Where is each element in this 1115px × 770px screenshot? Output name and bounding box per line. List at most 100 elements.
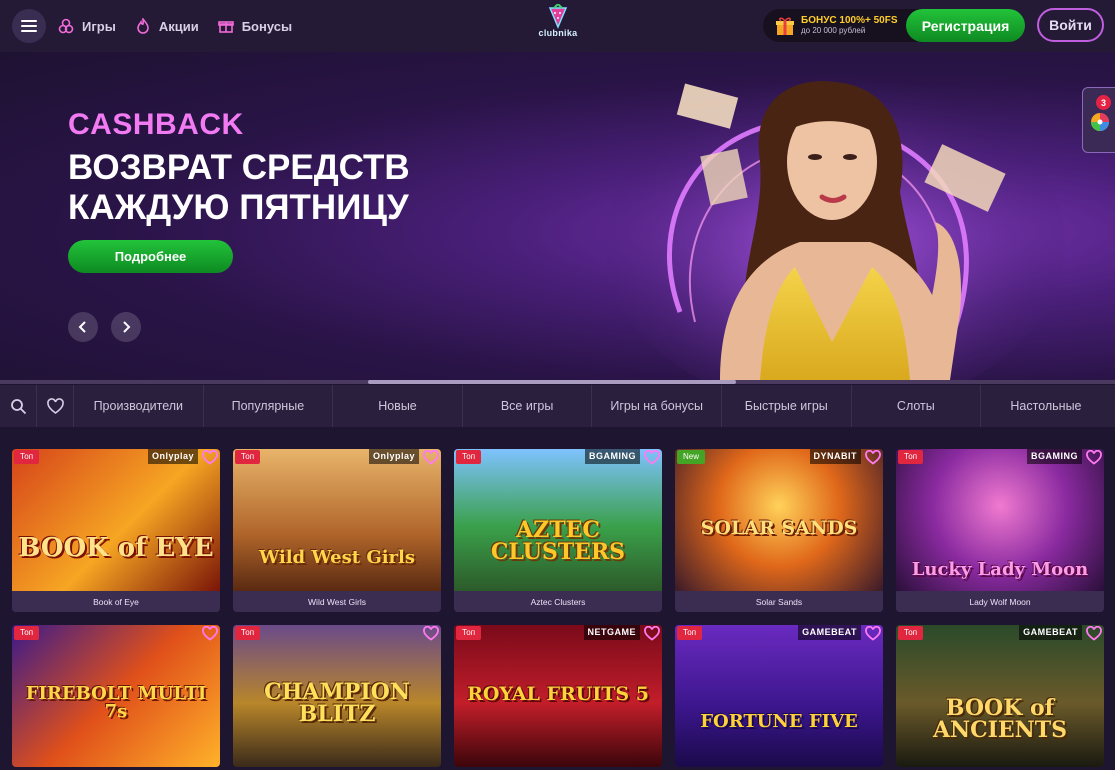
game-name: Solar Sands bbox=[675, 591, 883, 612]
nav-item-bonuses[interactable]: Бонусы bbox=[217, 18, 293, 34]
category-new[interactable]: Новые bbox=[333, 385, 463, 427]
category-all-games[interactable]: Все игры bbox=[463, 385, 593, 427]
game-art-title: SOLAR SANDS bbox=[700, 517, 858, 539]
chevron-left-icon bbox=[78, 321, 86, 333]
game-art-title: Wild West Girls bbox=[258, 547, 415, 568]
provider-label: Onlyplay bbox=[368, 449, 419, 464]
game-thumbnail: FORTUNE FIVE Топ GAMEBEAT bbox=[675, 625, 883, 767]
game-card[interactable]: Wild West Girls Топ Onlyplay Wild West Girl… bbox=[233, 449, 441, 612]
game-card[interactable]: SOLAR SANDS New DYNABIT Solar Sands bbox=[675, 449, 883, 612]
register-button[interactable]: Регистрация bbox=[906, 9, 1025, 42]
login-button[interactable]: Войти bbox=[1037, 8, 1104, 42]
gift-icon bbox=[217, 21, 234, 33]
game-card[interactable]: AZTEC CLUSTERS Топ BGAMING Aztec Clusters bbox=[454, 449, 662, 612]
category-bonus-games[interactable]: Игры на бонусы bbox=[592, 385, 722, 427]
game-card[interactable]: BOOK of ANCIENTS Топ GAMEBEAT bbox=[896, 625, 1104, 767]
category-providers[interactable]: Производители bbox=[74, 385, 204, 427]
game-art-title: ROYAL FRUITS 5 bbox=[467, 683, 649, 705]
fortune-wheel-widget[interactable]: 3 bbox=[1082, 87, 1115, 153]
game-badge: Топ bbox=[456, 626, 482, 640]
game-name: Book of Eye bbox=[12, 591, 220, 612]
favorite-heart-icon[interactable] bbox=[865, 626, 881, 641]
provider-label: DYNABIT bbox=[809, 449, 861, 464]
game-art-title: FIREBOLT MULTI 7s bbox=[25, 683, 207, 722]
favorite-heart-icon[interactable] bbox=[865, 450, 881, 465]
banner-title-line: ВОЗВРАТ СРЕДСТВ bbox=[68, 148, 410, 187]
game-art-title: AZTEC CLUSTERS bbox=[490, 517, 626, 565]
game-art-title: BOOK of EYE bbox=[18, 533, 214, 563]
game-card[interactable]: CHAMPION BLITZ Топ bbox=[233, 625, 441, 767]
game-badge: Топ bbox=[235, 626, 261, 640]
menu-icon[interactable] bbox=[12, 9, 46, 43]
favorite-heart-icon[interactable] bbox=[644, 626, 660, 641]
promo-banner[interactable]: CASHBACK ВОЗВРАТ СРЕДСТВ КАЖДУЮ ПЯТНИЦУ … bbox=[0, 52, 1115, 380]
category-fast-games[interactable]: Быстрые игры bbox=[722, 385, 852, 427]
notification-badge: 3 bbox=[1096, 95, 1111, 110]
game-thumbnail: ROYAL FRUITS 5 Топ NETGAME bbox=[454, 625, 662, 767]
provider-label: Onlyplay bbox=[147, 449, 198, 464]
game-card[interactable]: ROYAL FRUITS 5 Топ NETGAME bbox=[454, 625, 662, 767]
chevron-right-icon bbox=[123, 321, 131, 333]
logo-text: clubnika bbox=[538, 28, 578, 38]
favorite-heart-icon[interactable] bbox=[202, 626, 218, 641]
bonus-title: БОНУС 100%+ 50FS bbox=[801, 15, 898, 26]
game-name: Aztec Clusters bbox=[454, 591, 662, 612]
game-art-title: CHAMPION BLITZ bbox=[264, 679, 410, 727]
game-name: Lady Wolf Moon bbox=[896, 591, 1104, 612]
category-bar: Производители Популярные Новые Все игры … bbox=[0, 385, 1115, 427]
game-card[interactable]: FIREBOLT MULTI 7s Топ bbox=[12, 625, 220, 767]
provider-label: BGAMING bbox=[1027, 449, 1082, 464]
favorite-heart-icon[interactable] bbox=[1086, 450, 1102, 465]
strawberry-logo-icon bbox=[548, 4, 568, 29]
favorite-heart-icon[interactable] bbox=[202, 450, 218, 465]
slider-prev-button[interactable] bbox=[68, 312, 98, 342]
more-details-button[interactable]: Подробнее bbox=[68, 240, 233, 273]
game-thumbnail: Lucky Lady Moon Топ BGAMING bbox=[896, 449, 1104, 591]
slider-progress-track bbox=[0, 380, 1115, 384]
nav-item-label: Бонусы bbox=[241, 18, 293, 34]
slider-next-button[interactable] bbox=[111, 312, 141, 342]
game-art-title: Lucky Lady Moon bbox=[911, 559, 1089, 580]
favorite-heart-icon[interactable] bbox=[423, 626, 439, 641]
nav-item-label: Игры bbox=[82, 18, 116, 34]
game-thumbnail: Wild West Girls Топ Onlyplay bbox=[233, 449, 441, 591]
category-popular[interactable]: Популярные bbox=[204, 385, 334, 427]
favorites-button[interactable] bbox=[37, 385, 74, 427]
game-badge: Топ bbox=[456, 450, 482, 464]
heart-icon bbox=[46, 397, 64, 414]
favorite-heart-icon[interactable] bbox=[644, 450, 660, 465]
game-card[interactable]: Lucky Lady Moon Топ BGAMING Lady Wolf Moon bbox=[896, 449, 1104, 612]
game-badge: Топ bbox=[14, 450, 40, 464]
game-card[interactable]: FORTUNE FIVE Топ GAMEBEAT bbox=[675, 625, 883, 767]
game-card[interactable]: BOOK of EYE Топ Onlyplay Book of Eye bbox=[12, 449, 220, 612]
favorite-heart-icon[interactable] bbox=[1086, 626, 1102, 641]
category-table-games[interactable]: Настольные bbox=[981, 385, 1111, 427]
provider-label: BGAMING bbox=[585, 449, 640, 464]
game-name: Wild West Girls bbox=[233, 591, 441, 612]
flame-icon bbox=[137, 18, 149, 34]
game-thumbnail: BOOK of ANCIENTS Топ GAMEBEAT bbox=[896, 625, 1104, 767]
provider-label: GAMEBEAT bbox=[798, 625, 861, 640]
game-badge: Топ bbox=[898, 450, 924, 464]
main-nav: Игры Акции Бонусы bbox=[58, 18, 311, 34]
banner-title: ВОЗВРАТ СРЕДСТВ КАЖДУЮ ПЯТНИЦУ bbox=[68, 148, 508, 228]
search-icon bbox=[10, 398, 26, 414]
category-slots[interactable]: Слоты bbox=[852, 385, 982, 427]
game-badge: Топ bbox=[898, 626, 924, 640]
game-thumbnail: CHAMPION BLITZ Топ bbox=[233, 625, 441, 767]
game-thumbnail: BOOK of EYE Топ Onlyplay bbox=[12, 449, 220, 591]
nav-item-games[interactable]: Игры bbox=[58, 18, 116, 34]
provider-label: GAMEBEAT bbox=[1019, 625, 1082, 640]
favorite-heart-icon[interactable] bbox=[423, 450, 439, 465]
nav-item-promotions[interactable]: Акции bbox=[135, 18, 199, 34]
game-art-title: BOOK of ANCIENTS bbox=[932, 695, 1068, 743]
bonus-subtitle: до 20 000 рублей bbox=[801, 26, 866, 35]
promo-model-image bbox=[605, 72, 1065, 380]
game-thumbnail: AZTEC CLUSTERS Топ BGAMING bbox=[454, 449, 662, 591]
game-thumbnail: FIREBOLT MULTI 7s Топ bbox=[12, 625, 220, 767]
gift-box-icon bbox=[776, 17, 794, 35]
search-button[interactable] bbox=[0, 385, 37, 427]
top-header: Игры Акции Бонусы clubnika БОНУС 100%+ 5… bbox=[0, 0, 1115, 52]
site-logo[interactable]: clubnika bbox=[530, 4, 586, 48]
game-badge: Топ bbox=[14, 626, 40, 640]
